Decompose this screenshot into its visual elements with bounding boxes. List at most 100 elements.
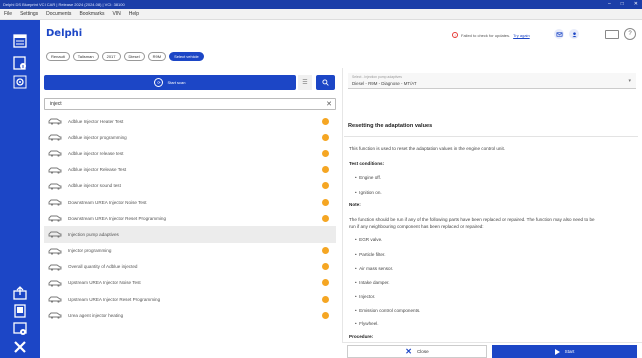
panel-divider	[342, 68, 343, 358]
function-label: Adblue Injector Heater Test	[68, 118, 124, 124]
status-badge	[322, 149, 329, 157]
function-list-item[interactable]: Upstream UREA Injector Noise Test	[44, 275, 336, 291]
system-select-label: Select - Injection pump adaptives	[352, 75, 402, 79]
vehicle-menu-icon	[13, 34, 27, 48]
car-icon	[48, 231, 62, 239]
select-vehicle-button[interactable]: Select vehicle	[169, 52, 204, 61]
gear-icon	[13, 75, 27, 89]
car-icon	[48, 134, 62, 141]
status-badge	[322, 295, 329, 303]
car-icon	[48, 215, 62, 222]
crumb-fuel[interactable]: Diesel	[123, 52, 145, 61]
grid-view-button[interactable]: ☰	[298, 75, 312, 90]
tablet-button[interactable]	[13, 304, 27, 318]
start-button[interactable]: Start	[492, 345, 637, 358]
condition-item: • Ignition on.	[355, 190, 382, 195]
search-button[interactable]	[316, 75, 335, 90]
function-list-item[interactable]: Injection pump adaptives	[44, 226, 336, 243]
procedure-heading: Procedure:	[349, 334, 374, 339]
breadcrumb: Renault Talisman 2017 Diesel R9M Select …	[46, 52, 204, 61]
function-label: Urea agent injector heating	[68, 312, 124, 318]
function-list-item[interactable]: Injector programming	[44, 243, 336, 259]
car-icon	[48, 248, 62, 255]
function-list-item[interactable]: Adblue injector sound test	[44, 178, 336, 194]
menu-file[interactable]: File	[4, 11, 12, 17]
intro-text: This function is used to reset the adapt…	[349, 146, 506, 151]
exit-button[interactable]	[13, 340, 27, 354]
warning-icon: !	[452, 32, 458, 38]
export-button[interactable]	[13, 286, 27, 300]
function-list-item[interactable]: Adblue Injector Heater Test	[44, 113, 336, 129]
function-list-item[interactable]: Downstream UREA Injector Noise Test	[44, 194, 336, 210]
crumb-model[interactable]: Talisman	[72, 52, 99, 61]
car-icon	[48, 264, 62, 271]
function-list-item[interactable]: Adblue injector programming	[44, 129, 336, 145]
mail-icon	[556, 31, 562, 37]
car-icon	[48, 118, 62, 125]
menu-bookmarks[interactable]: Bookmarks	[79, 11, 104, 17]
function-label: Injector programming	[68, 248, 112, 254]
try-again-link[interactable]: Try again	[513, 33, 530, 38]
part-item: • Particle filter.	[355, 252, 386, 257]
window-controls: – □ ✕	[608, 1, 638, 7]
search-field[interactable]: ✕	[44, 98, 336, 110]
menu-documents[interactable]: Documents	[46, 11, 71, 17]
update-message: Failed to check for updates.	[461, 32, 511, 38]
window-title: Delphi DS Blueprint VCI CAR | Release 20…	[3, 2, 125, 7]
function-label: Downstream UREA Injector Reset Programmi…	[68, 215, 167, 221]
close-button[interactable]: ✕ Close	[347, 345, 487, 358]
app-header: Delphi ! Failed to check for updates. Tr…	[40, 20, 642, 48]
car-icon	[48, 312, 62, 319]
clear-search-button[interactable]: ✕	[326, 100, 332, 108]
car-icon	[48, 167, 62, 174]
chevron-down-icon: ▾	[628, 78, 631, 84]
system-select[interactable]: Select - Injection pump adaptives Diesel…	[348, 73, 636, 89]
close-label: Close	[416, 349, 429, 354]
user-button[interactable]	[569, 29, 579, 39]
export-icon	[13, 286, 27, 300]
menu-vin[interactable]: VIN	[112, 11, 120, 17]
function-list-item[interactable]: Adblue injector release test	[44, 145, 336, 161]
close-icon: ✕	[405, 347, 412, 356]
function-list-item[interactable]: Urea agent injector heating	[44, 307, 336, 323]
settings-button[interactable]	[13, 75, 27, 89]
brand-logo: Delphi	[46, 28, 83, 39]
window-close-button[interactable]: ✕	[634, 1, 638, 7]
menu-help[interactable]: Help	[129, 11, 139, 17]
part-item: • Injector.	[355, 294, 376, 299]
function-label: Downstream UREA Injector Noise Test	[68, 199, 147, 205]
tablet-icon	[14, 304, 26, 318]
user-icon	[571, 31, 577, 37]
menu-settings[interactable]: Settings	[20, 11, 38, 17]
help-button[interactable]: ?	[624, 28, 636, 40]
vehicle-menu-button[interactable]	[13, 34, 27, 48]
search-input[interactable]	[45, 99, 315, 109]
ecu-info-button[interactable]	[13, 56, 27, 70]
status-badge	[322, 311, 329, 319]
part-item: • Flywheel.	[355, 321, 379, 326]
status-badge	[322, 166, 329, 174]
function-label: Upstream UREA Injector Noise Test	[68, 280, 141, 286]
crumb-engine[interactable]: R9M	[147, 52, 167, 61]
crumb-make[interactable]: Renault	[46, 52, 70, 61]
maximize-button[interactable]: □	[621, 1, 624, 7]
mail-button[interactable]	[554, 29, 564, 39]
part-item: • Emission control components.	[355, 308, 421, 313]
function-list-item[interactable]: Upstream UREA Injector Reset Programming	[44, 291, 336, 307]
search-icon	[322, 79, 329, 86]
status-badge	[322, 263, 329, 271]
vci-settings-button[interactable]	[13, 322, 27, 336]
part-item: • EGR valve.	[355, 237, 383, 242]
status-badge	[322, 214, 329, 222]
start-scan-button[interactable]: ⟳ Start scan	[44, 75, 296, 90]
function-list-item[interactable]: Overall quantity of Adblue injected	[44, 259, 336, 275]
start-scan-label: Start scan	[167, 80, 186, 85]
crumb-year[interactable]: 2017	[101, 52, 121, 61]
function-label: Adblue injector Release Test	[68, 167, 127, 173]
minimize-button[interactable]: –	[608, 1, 611, 7]
function-list-item[interactable]: Adblue injector Release Test	[44, 162, 336, 178]
function-list: Adblue Injector Heater Test Adblue inject…	[44, 113, 336, 323]
system-select-value: Diesel - R9M - Diagnose - MT/AT	[352, 81, 417, 86]
function-label: Adblue injector release test	[68, 150, 124, 156]
function-list-item[interactable]: Downstream UREA Injector Reset Programmi…	[44, 210, 336, 226]
